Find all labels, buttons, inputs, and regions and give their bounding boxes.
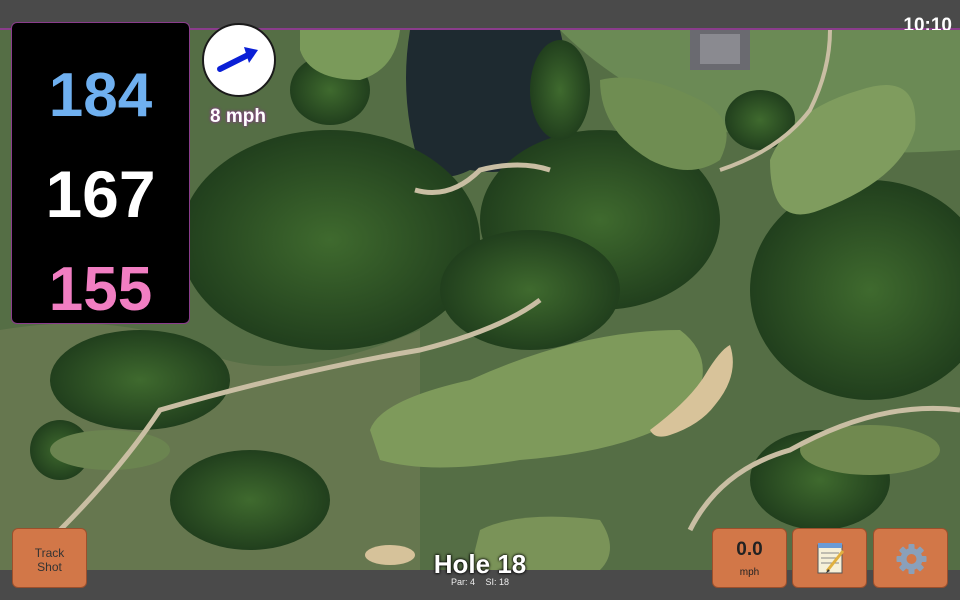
wind-speed-label: 8 mph <box>210 106 266 127</box>
gear-icon <box>896 544 927 574</box>
par-label: Par: 4 <box>450 577 475 587</box>
track-shot-label-line1: Track <box>34 546 65 560</box>
middle-distance: 167 <box>45 157 156 231</box>
back-distance: 184 <box>48 61 153 130</box>
wind-arrow-icon <box>217 47 258 72</box>
hole-meta: Par: 4 SI: 18 <box>380 577 580 587</box>
distance-panel: 184 167 155 <box>11 22 190 324</box>
speed-button[interactable]: 0.0 mph <box>712 528 787 588</box>
settings-button[interactable] <box>873 528 948 588</box>
hole-title: Hole 18 <box>433 549 527 579</box>
notes-button[interactable] <box>792 528 867 588</box>
notepad-icon <box>817 543 845 574</box>
stroke-index-label: SI: 18 <box>485 577 510 587</box>
track-shot-button[interactable]: Track Shot <box>12 528 87 588</box>
front-distance: 155 <box>48 255 153 324</box>
track-shot-label-line2: Shot <box>37 560 62 574</box>
speed-value: 0.0 <box>736 539 763 560</box>
speed-unit: mph <box>739 567 760 578</box>
wind-indicator <box>202 23 276 97</box>
